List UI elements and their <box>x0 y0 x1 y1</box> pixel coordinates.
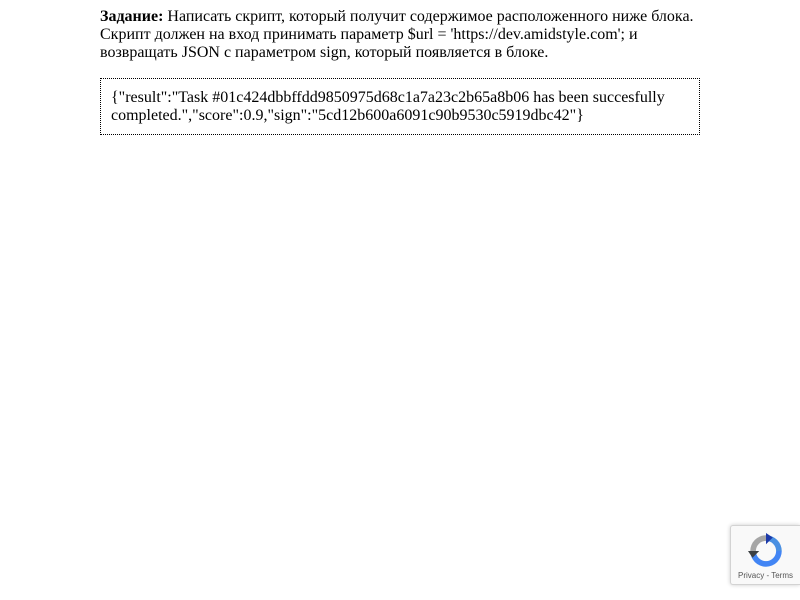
main-content: Задание: Написать скрипт, который получи… <box>100 8 700 135</box>
task-text: Написать скрипт, который получит содержи… <box>100 8 694 61</box>
task-description: Задание: Написать скрипт, который получи… <box>100 8 700 62</box>
result-block: {"result":"Task #01c424dbbffdd9850975d68… <box>100 78 700 135</box>
recaptcha-links: Privacy - Terms <box>731 571 800 580</box>
result-json-text: {"result":"Task #01c424dbbffdd9850975d68… <box>111 89 665 124</box>
task-label: Задание: <box>100 8 164 25</box>
recaptcha-badge[interactable]: Privacy - Terms <box>730 525 800 585</box>
privacy-link[interactable]: Privacy <box>738 571 764 580</box>
recaptcha-icon <box>748 533 782 567</box>
terms-link[interactable]: Terms <box>771 571 793 580</box>
